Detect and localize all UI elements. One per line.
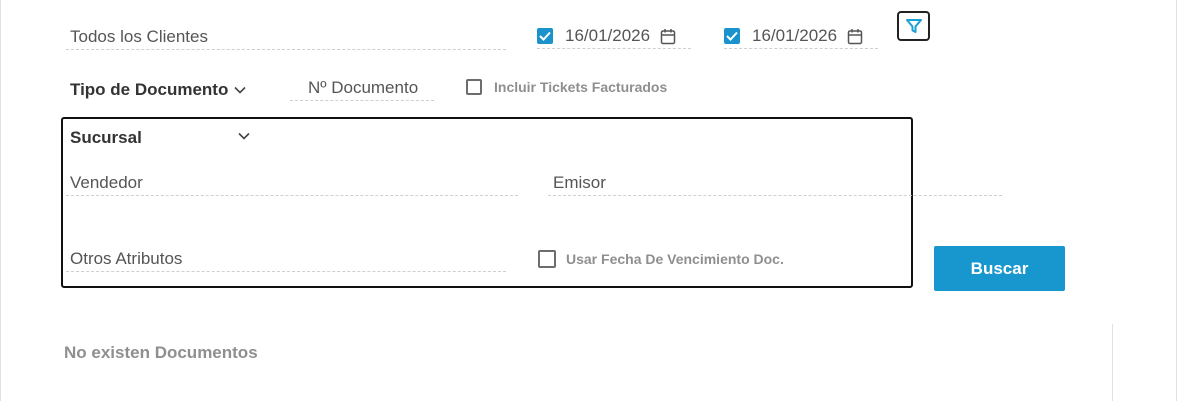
use-due-date-option[interactable]: Usar Fecha De Vencimiento Doc. <box>538 250 784 268</box>
date-to-value: 16/01/2026 <box>752 26 838 45</box>
branch-select[interactable]: Sucursal <box>70 127 250 149</box>
include-tickets-option[interactable]: Incluir Tickets Facturados <box>466 79 667 95</box>
frame-left-border <box>0 0 1 401</box>
search-button[interactable]: Buscar <box>934 246 1065 291</box>
date-from-checkbox[interactable] <box>537 28 553 44</box>
doc-type-select[interactable]: Tipo de Documento <box>70 79 246 101</box>
frame-right-border <box>1176 0 1177 401</box>
calendar-icon[interactable] <box>847 28 863 45</box>
chevron-down-icon <box>238 132 250 140</box>
issuer-field[interactable]: Emisor <box>548 171 1002 196</box>
seller-field[interactable]: Vendedor <box>66 171 518 196</box>
check-icon <box>726 31 738 41</box>
use-due-date-checkbox[interactable] <box>538 250 556 268</box>
calendar-icon[interactable] <box>660 28 676 45</box>
other-attributes-field[interactable]: Otros Atributos <box>66 247 506 272</box>
other-attributes-placeholder: Otros Atributos <box>70 249 183 268</box>
search-button-label: Buscar <box>970 258 1029 278</box>
chevron-down-icon <box>234 86 246 94</box>
seller-placeholder: Vendedor <box>70 173 143 192</box>
date-to-field[interactable]: 16/01/2026 <box>724 24 878 49</box>
issuer-placeholder: Emisor <box>553 173 606 192</box>
doc-type-label: Tipo de Documento <box>70 80 229 99</box>
doc-number-placeholder: Nº Documento <box>308 78 419 97</box>
filter-button[interactable] <box>897 11 930 41</box>
include-tickets-label: Incluir Tickets Facturados <box>494 79 668 95</box>
date-from-value: 16/01/2026 <box>565 26 651 45</box>
clients-field[interactable]: Todos los Clientes <box>66 25 506 50</box>
empty-results-message: No existen Documentos <box>64 343 258 362</box>
include-tickets-checkbox[interactable] <box>466 79 482 95</box>
clients-placeholder: Todos los Clientes <box>70 27 208 46</box>
date-to-checkbox[interactable] <box>724 28 740 44</box>
results-divider <box>1112 324 1113 401</box>
use-due-date-label: Usar Fecha De Vencimiento Doc. <box>566 251 784 267</box>
branch-label: Sucursal <box>70 128 142 147</box>
check-icon <box>539 31 551 41</box>
filter-icon <box>905 19 922 33</box>
doc-number-field[interactable]: Nº Documento <box>290 76 434 101</box>
date-from-field[interactable]: 16/01/2026 <box>537 24 691 49</box>
